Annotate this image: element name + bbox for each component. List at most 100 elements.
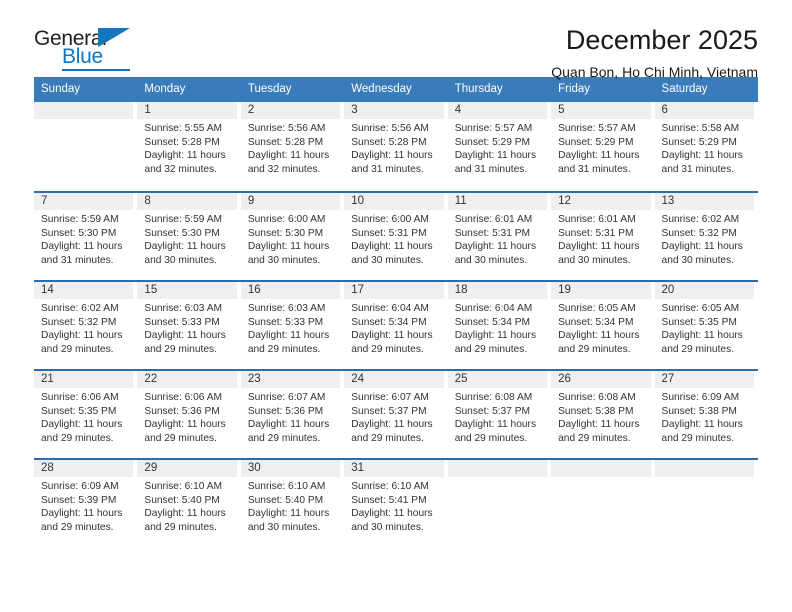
- day-cell[interactable]: 23 Sunrise: 6:07 AM Sunset: 5:36 PM Dayligh…: [240, 370, 344, 458]
- day-detail-line: Sunrise: 6:10 AM: [144, 480, 223, 492]
- day-detail-line: Sunset: 5:34 PM: [351, 316, 427, 328]
- day-cell[interactable]: 5 Sunrise: 5:57 AM Sunset: 5:29 PM Daylight…: [551, 101, 654, 191]
- day-details: Sunrise: 6:10 AM Sunset: 5:40 PM Daylight:…: [137, 477, 236, 534]
- day-details: Sunrise: 6:00 AM Sunset: 5:31 PM Daylight:…: [344, 210, 443, 267]
- day-number-strip: [654, 459, 754, 477]
- day-cell[interactable]: 24 Sunrise: 6:07 AM Sunset: 5:37 PM Dayligh…: [344, 370, 447, 458]
- day-detail-line: and 30 minutes.: [351, 254, 424, 266]
- day-detail-line: Sunset: 5:29 PM: [558, 136, 634, 148]
- day-cell[interactable]: 7 Sunrise: 5:59 AM Sunset: 5:30 PM Daylight…: [34, 192, 137, 280]
- day-detail-line: Daylight: 11 hours: [661, 330, 743, 342]
- day-number-strip: 10: [344, 192, 444, 210]
- day-number-strip: 24: [344, 370, 444, 388]
- page-title: December 2025: [565, 25, 758, 55]
- day-details: Sunrise: 6:01 AM Sunset: 5:31 PM Daylight:…: [448, 210, 547, 267]
- day-cell[interactable]: 4 Sunrise: 5:57 AM Sunset: 5:29 PM Daylight…: [447, 101, 551, 191]
- day-cell[interactable]: 21 Sunrise: 6:06 AM Sunset: 5:35 PM Dayligh…: [34, 370, 137, 458]
- day-cell[interactable]: 13 Sunrise: 6:02 AM Sunset: 5:32 PM Dayligh…: [654, 192, 758, 280]
- day-detail-line: Sunrise: 6:00 AM: [247, 213, 326, 225]
- day-cell[interactable]: 27 Sunrise: 6:09 AM Sunset: 5:38 PM Dayligh…: [654, 370, 758, 458]
- day-cell[interactable]: 11 Sunrise: 6:01 AM Sunset: 5:31 PM Dayligh…: [447, 192, 551, 280]
- day-details: Sunrise: 6:05 AM Sunset: 5:34 PM Daylight:…: [551, 299, 650, 356]
- day-detail-line: Daylight: 11 hours: [247, 419, 330, 431]
- day-number-strip: 2: [240, 101, 341, 119]
- weekday-header-wednesday: Wednesday: [351, 83, 412, 95]
- day-detail-line: Daylight: 11 hours: [661, 241, 743, 253]
- day-cell[interactable]: 9 Sunrise: 6:00 AM Sunset: 5:30 PM Daylight…: [240, 192, 344, 280]
- day-detail-line: Sunrise: 6:09 AM: [41, 480, 119, 492]
- day-detail-line: Sunrise: 6:07 AM: [351, 391, 429, 403]
- day-cell[interactable]: 25 Sunrise: 6:08 AM Sunset: 5:37 PM Dayligh…: [447, 370, 551, 458]
- day-detail-line: Daylight: 11 hours: [351, 150, 433, 162]
- day-detail-line: Sunrise: 6:08 AM: [558, 391, 636, 403]
- day-cell[interactable]: 16 Sunrise: 6:03 AM Sunset: 5:33 PM Dayligh…: [240, 281, 344, 369]
- day-detail-line: Daylight: 11 hours: [144, 241, 226, 253]
- day-cell[interactable]: 1 Sunrise: 5:55 AM Sunset: 5:28 PM Daylight…: [137, 101, 240, 191]
- day-number: 3: [351, 103, 358, 116]
- day-cell[interactable]: 31 Sunrise: 6:10 AM Sunset: 5:41 PM Dayligh…: [344, 459, 447, 547]
- day-detail-line: Sunset: 5:40 PM: [247, 494, 324, 506]
- day-cell[interactable]: 22 Sunrise: 6:06 AM Sunset: 5:36 PM Dayligh…: [137, 370, 240, 458]
- day-details: Sunrise: 6:06 AM Sunset: 5:35 PM Daylight:…: [34, 388, 133, 445]
- week-row: 14 Sunrise: 6:02 AM Sunset: 5:32 PM Dayligh…: [34, 279, 758, 369]
- day-detail-line: Sunrise: 5:56 AM: [351, 122, 429, 134]
- day-details: Sunrise: 5:56 AM Sunset: 5:28 PM Daylight:…: [241, 119, 340, 176]
- day-number: 2: [247, 103, 255, 116]
- day-cell[interactable]: 29 Sunrise: 6:10 AM Sunset: 5:40 PM Dayligh…: [137, 459, 240, 547]
- day-number: 16: [247, 283, 261, 296]
- day-detail-line: Sunrise: 6:02 AM: [41, 302, 119, 314]
- day-cell[interactable]: 15 Sunrise: 6:03 AM Sunset: 5:33 PM Dayligh…: [137, 281, 240, 369]
- day-detail-line: Daylight: 11 hours: [661, 150, 743, 162]
- day-cell-empty: [447, 459, 551, 547]
- day-detail-line: Daylight: 11 hours: [41, 330, 123, 342]
- day-details: Sunrise: 5:59 AM Sunset: 5:30 PM Daylight:…: [137, 210, 236, 267]
- day-number-strip: 9: [240, 192, 341, 210]
- day-cell[interactable]: 2 Sunrise: 5:56 AM Sunset: 5:28 PM Daylight…: [240, 101, 344, 191]
- day-detail-line: Sunset: 5:31 PM: [454, 227, 531, 239]
- day-detail-line: Sunrise: 5:57 AM: [558, 122, 636, 134]
- day-detail-line: and 30 minutes.: [454, 254, 528, 266]
- day-cell[interactable]: 30 Sunrise: 6:10 AM Sunset: 5:40 PM Dayligh…: [240, 459, 344, 547]
- day-detail-line: Daylight: 11 hours: [558, 150, 640, 162]
- day-detail-line: and 30 minutes.: [661, 254, 735, 266]
- day-cell[interactable]: 8 Sunrise: 5:59 AM Sunset: 5:30 PM Daylight…: [137, 192, 240, 280]
- day-cell[interactable]: 28 Sunrise: 6:09 AM Sunset: 5:39 PM Dayligh…: [34, 459, 137, 547]
- day-cell[interactable]: 12 Sunrise: 6:01 AM Sunset: 5:31 PM Dayligh…: [551, 192, 654, 280]
- day-number-strip: 6: [654, 101, 754, 119]
- day-detail-line: Daylight: 11 hours: [247, 150, 330, 162]
- day-cell[interactable]: 20 Sunrise: 6:05 AM Sunset: 5:35 PM Dayligh…: [654, 281, 758, 369]
- day-detail-line: Sunset: 5:30 PM: [247, 227, 324, 239]
- day-cell[interactable]: 17 Sunrise: 6:04 AM Sunset: 5:34 PM Dayligh…: [344, 281, 447, 369]
- day-detail-line: Sunset: 5:41 PM: [351, 494, 427, 506]
- day-number: 23: [247, 372, 261, 385]
- day-cell[interactable]: 19 Sunrise: 6:05 AM Sunset: 5:34 PM Dayligh…: [551, 281, 654, 369]
- day-cell[interactable]: 26 Sunrise: 6:08 AM Sunset: 5:38 PM Dayligh…: [551, 370, 654, 458]
- day-cell[interactable]: 18 Sunrise: 6:04 AM Sunset: 5:34 PM Dayligh…: [447, 281, 551, 369]
- day-number-strip: 4: [447, 101, 548, 119]
- day-detail-line: and 29 minutes.: [41, 521, 114, 533]
- day-details: Sunrise: 6:01 AM Sunset: 5:31 PM Daylight:…: [551, 210, 650, 267]
- day-details: Sunrise: 6:03 AM Sunset: 5:33 PM Daylight:…: [137, 299, 236, 356]
- day-detail-line: Sunrise: 6:06 AM: [144, 391, 223, 403]
- day-detail-line: Sunset: 5:32 PM: [41, 316, 117, 328]
- day-details: Sunrise: 6:10 AM Sunset: 5:41 PM Daylight:…: [344, 477, 443, 534]
- general-blue-logo[interactable]: General Blue: [34, 26, 146, 74]
- day-details: Sunrise: 6:10 AM Sunset: 5:40 PM Daylight:…: [241, 477, 340, 534]
- day-cell[interactable]: 3 Sunrise: 5:56 AM Sunset: 5:28 PM Daylight…: [344, 101, 447, 191]
- day-detail-line: Sunrise: 5:58 AM: [661, 122, 740, 134]
- day-detail-line: Sunset: 5:28 PM: [247, 136, 324, 148]
- day-detail-line: Sunrise: 6:10 AM: [247, 480, 326, 492]
- day-detail-line: Sunset: 5:37 PM: [351, 405, 427, 417]
- day-cell[interactable]: 14 Sunrise: 6:02 AM Sunset: 5:32 PM Dayligh…: [34, 281, 137, 369]
- day-cell[interactable]: 10 Sunrise: 6:00 AM Sunset: 5:31 PM Dayligh…: [344, 192, 447, 280]
- day-detail-line: and 30 minutes.: [247, 254, 321, 266]
- day-details: Sunrise: 6:09 AM Sunset: 5:38 PM Daylight:…: [655, 388, 754, 445]
- day-detail-line: Sunrise: 6:01 AM: [454, 213, 533, 225]
- day-detail-line: Sunset: 5:32 PM: [661, 227, 737, 239]
- day-cell[interactable]: 6 Sunrise: 5:58 AM Sunset: 5:29 PM Daylight…: [654, 101, 758, 191]
- day-detail-line: Daylight: 11 hours: [454, 150, 537, 162]
- day-details: Sunrise: 6:00 AM Sunset: 5:30 PM Daylight:…: [241, 210, 340, 267]
- day-details: Sunrise: 5:55 AM Sunset: 5:28 PM Daylight:…: [137, 119, 236, 176]
- day-details: Sunrise: 6:07 AM Sunset: 5:37 PM Daylight:…: [344, 388, 443, 445]
- day-details: Sunrise: 6:03 AM Sunset: 5:33 PM Daylight:…: [241, 299, 340, 356]
